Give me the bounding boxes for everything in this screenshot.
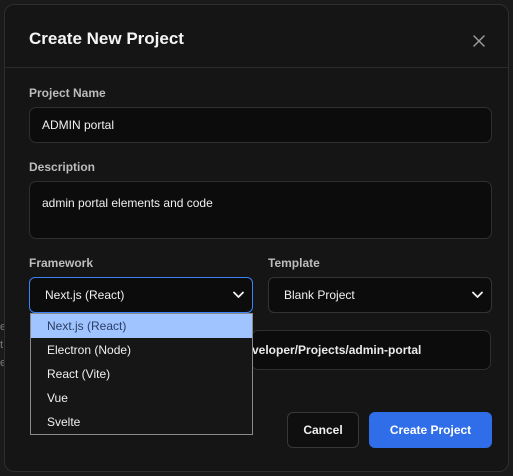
- framework-option[interactable]: React (Vite): [31, 362, 252, 386]
- create-project-dialog: Create New Project Project Name ADMIN po…: [4, 4, 509, 472]
- template-label: Template: [268, 256, 320, 270]
- framework-option[interactable]: Next.js (React): [31, 314, 252, 338]
- cancel-button[interactable]: Cancel: [287, 412, 359, 448]
- project-name-label: Project Name: [29, 86, 106, 100]
- framework-option[interactable]: Electron (Node): [31, 338, 252, 362]
- framework-select[interactable]: Next.js (React): [29, 277, 253, 313]
- description-textarea[interactable]: admin portal elements and code: [29, 181, 492, 239]
- framework-dropdown-list: Next.js (React) Electron (Node) React (V…: [30, 313, 253, 435]
- close-icon: [473, 35, 485, 47]
- framework-option[interactable]: Svelte: [31, 410, 252, 434]
- header-divider: [5, 67, 508, 68]
- template-select[interactable]: Blank Project: [268, 277, 492, 313]
- framework-label: Framework: [29, 256, 94, 270]
- create-project-button[interactable]: Create Project: [369, 412, 492, 448]
- project-location-value: veloper/Projects/admin-portal: [252, 343, 422, 357]
- chevron-down-icon: [472, 291, 483, 298]
- chevron-down-icon: [233, 291, 244, 298]
- framework-selected-value: Next.js (React): [45, 288, 125, 302]
- project-name-input[interactable]: ADMIN portal: [29, 107, 492, 143]
- project-location-input[interactable]: veloper/Projects/admin-portal: [251, 330, 491, 370]
- framework-option[interactable]: Vue: [31, 386, 252, 410]
- template-selected-value: Blank Project: [284, 288, 355, 302]
- description-label: Description: [29, 160, 96, 174]
- dialog-title: Create New Project: [29, 29, 184, 48]
- close-button[interactable]: [469, 31, 489, 51]
